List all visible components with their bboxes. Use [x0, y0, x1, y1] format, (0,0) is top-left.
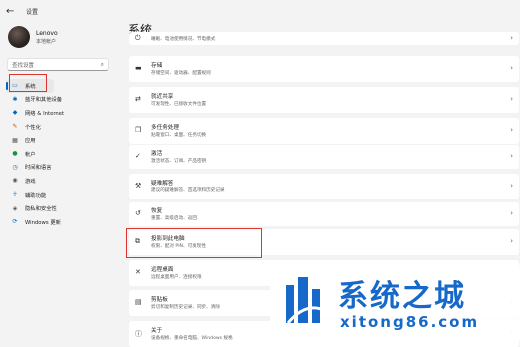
- settings-card-title: 剪贴板: [151, 297, 168, 303]
- sidebar-item[interactable]: ⟳ Windows 更新: [6, 215, 118, 229]
- chevron-right-icon: ›: [510, 209, 513, 217]
- settings-card[interactable]: ⇄ 就近共享 可发现性、已接收文件位置 ›: [129, 87, 519, 113]
- profile-name: Lenovo: [36, 29, 58, 37]
- chevron-right-icon: ›: [510, 152, 513, 160]
- settings-card-title: 疑难解答: [151, 180, 174, 187]
- power-icon: ⏻: [135, 33, 141, 42]
- sidebar-item-label: Windows 更新: [25, 219, 61, 226]
- shield-icon: ◈: [12, 204, 18, 212]
- window-title: 设置: [26, 8, 39, 16]
- settings-card-title: 关于: [151, 328, 163, 334]
- chevron-right-icon: ›: [510, 126, 513, 134]
- wrench-icon: ⚒: [135, 181, 142, 190]
- pen-icon: ✎: [12, 123, 18, 131]
- settings-card[interactable]: ▬ 存储 存储空间、驱动器、配置规则 ›: [129, 56, 519, 82]
- sidebar-item-label: 时间和语言: [25, 165, 52, 172]
- chevron-right-icon: ›: [510, 95, 513, 103]
- multitask-icon: ❐: [135, 126, 142, 134]
- settings-card-title: 远程桌面: [151, 267, 174, 273]
- settings-card-subtitle: 睡眠、电池使用情况、节电模式: [151, 36, 216, 42]
- settings-card[interactable]: ⏻ 睡眠、电池使用情况、节电模式 ›: [129, 32, 519, 45]
- sidebar-item[interactable]: ✎ 个性化: [6, 120, 118, 134]
- settings-card-subtitle: 可发现性、已接收文件位置: [151, 101, 207, 107]
- settings-card-subtitle: 贴靠窗口、桌面、任务切换: [151, 132, 207, 138]
- sidebar-item-label: 应用: [25, 138, 36, 145]
- avatar: [8, 26, 30, 48]
- sidebar-item[interactable]: ☥ 辅助功能: [6, 188, 118, 202]
- sidebar-item[interactable]: ▦ 应用: [6, 133, 118, 147]
- sidebar-item[interactable]: ◈ 隐私和安全性: [6, 201, 118, 215]
- gamepad-icon: ◉: [12, 177, 18, 185]
- sidebar-item-label: 帐户: [25, 151, 36, 158]
- settings-card-title: 多任务处理: [151, 125, 179, 131]
- settings-card-title: 激活: [151, 151, 163, 157]
- search-input[interactable]: 查找设置 ⌕: [7, 58, 109, 71]
- chevron-right-icon: ›: [510, 237, 513, 245]
- highlight-box-system: [9, 74, 47, 92]
- sidebar-nav: ▭ 系统 ✱ 蓝牙和其他设备 ◆ 网络 & Internet ✎ 个性化 ▦ 应用 ● 帐户 ◷ 时间和语…: [6, 79, 118, 229]
- watermark-url: xitong86.com: [340, 313, 480, 331]
- watermark: 系统之城 xitong86.com: [270, 265, 520, 341]
- clock-icon: ◷: [12, 163, 18, 171]
- profile-account-type: 本地帐户: [36, 38, 57, 45]
- settings-card-title: 存储: [151, 63, 163, 69]
- profile-text: Lenovo 本地帐户: [36, 30, 58, 45]
- sidebar-item[interactable]: ◆ 网络 & Internet: [6, 106, 118, 120]
- highlight-box-project: [126, 228, 262, 258]
- chevron-right-icon: ›: [510, 64, 513, 72]
- sidebar-item-label: 网络 & Internet: [25, 110, 65, 117]
- accessibility-icon: ☥: [12, 191, 18, 199]
- sidebar-item-label: 蓝牙和其他设备: [25, 97, 63, 104]
- sidebar-item-label: 隐私和安全性: [25, 206, 57, 213]
- back-arrow-icon[interactable]: ←: [6, 6, 20, 17]
- apps-icon: ▦: [12, 136, 18, 144]
- storage-icon: ▬: [135, 64, 142, 72]
- sidebar: Lenovo 本地帐户 查找设置 ⌕ ▭ 系统 ✱ 蓝牙和其他设备 ◆ 网络 & Inte…: [0, 22, 120, 341]
- recovery-icon: ↺: [135, 209, 141, 217]
- city-logo-icon: [286, 277, 327, 324]
- chevron-right-icon: ›: [510, 181, 513, 190]
- search-placeholder: 查找设置: [12, 62, 35, 69]
- watermark-brand: 系统之城: [338, 279, 466, 314]
- info-icon: ⓘ: [135, 330, 142, 338]
- bluetooth-icon: ✱: [12, 95, 18, 103]
- clipboard-icon: ▤: [135, 298, 142, 306]
- settings-card[interactable]: ⚒ 疑难解答 建议的疑难解答、首选项和历史记录 ›: [129, 174, 519, 199]
- remote-icon: ✕: [135, 268, 141, 276]
- sidebar-item[interactable]: ◷ 时间和语言: [6, 161, 118, 175]
- settings-card[interactable]: ✓ 激活 激活状态、订阅、产品密钥 ›: [129, 145, 519, 169]
- settings-card-subtitle: 远程桌面用户、连接权限: [151, 274, 202, 280]
- sidebar-item-label: 辅助功能: [25, 192, 47, 199]
- network-icon: ◆: [12, 109, 18, 117]
- settings-card-subtitle: 建议的疑难解答、首选项和历史记录: [151, 188, 225, 193]
- check-icon: ✓: [135, 152, 141, 160]
- sidebar-item-label: 个性化: [25, 124, 41, 131]
- settings-card-title: 恢复: [151, 208, 163, 214]
- user-profile[interactable]: Lenovo 本地帐户: [8, 26, 58, 48]
- sidebar-item[interactable]: ● 帐户: [6, 147, 118, 161]
- chevron-right-icon: ›: [510, 33, 513, 42]
- settings-card[interactable]: ↺ 恢复 重置、高级启动、返回 ›: [129, 202, 519, 226]
- update-icon: ⟳: [12, 218, 18, 226]
- sidebar-item[interactable]: ✱ 蓝牙和其他设备: [6, 93, 118, 107]
- settings-card-subtitle: 剪切和复制历史记录、同步、清除: [151, 304, 220, 310]
- settings-card-subtitle: 激活状态、订阅、产品密钥: [151, 158, 207, 164]
- settings-card[interactable]: ❐ 多任务处理 贴靠窗口、桌面、任务切换 ›: [129, 118, 519, 144]
- sidebar-item-label: 游戏: [25, 178, 36, 185]
- person-icon: ●: [12, 150, 18, 158]
- sidebar-item[interactable]: ◉ 游戏: [6, 174, 118, 188]
- settings-card-subtitle: 设备规格、重命名电脑、Windows 规格: [151, 335, 233, 341]
- settings-card-subtitle: 重置、高级启动、返回: [151, 215, 197, 221]
- search-icon[interactable]: ⌕: [101, 61, 104, 69]
- share-icon: ⇄: [135, 95, 141, 103]
- settings-card-title: 就近共享: [151, 94, 174, 100]
- settings-card-subtitle: 存储空间、驱动器、配置规则: [151, 70, 211, 76]
